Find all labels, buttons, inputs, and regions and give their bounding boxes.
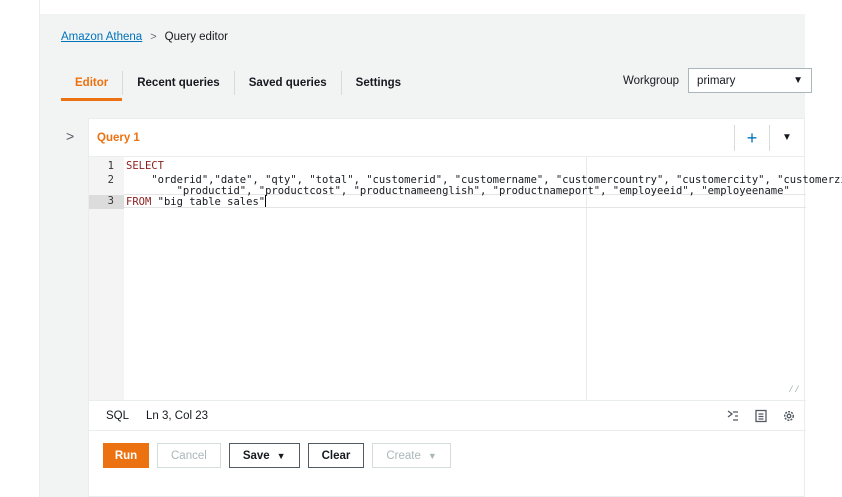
format-icon[interactable] [724, 407, 742, 425]
line-number: 1 [107, 160, 114, 172]
workgroup-select[interactable]: primary ▼ [688, 68, 813, 93]
editor-statusbar: SQL Ln 3, Col 23 [89, 400, 806, 430]
code-line-1: SELECT [126, 160, 164, 172]
code-line-3: FROM "big table sales" [126, 195, 267, 208]
resize-grip-icon[interactable]: ⁄⁄ [788, 384, 800, 396]
query-tab-actions: + ▼ [734, 125, 804, 151]
save-button[interactable]: Save ▼ [228, 443, 300, 468]
create-button-label: Create [386, 449, 421, 462]
plus-icon[interactable]: + [735, 125, 769, 151]
clear-button[interactable]: Clear [307, 443, 365, 468]
line-number: 2 [107, 174, 114, 186]
breadcrumb-separator-icon: > [150, 31, 157, 43]
language-indicator: SQL [106, 409, 130, 422]
line-number: 3 [107, 195, 114, 207]
tab-recent-queries[interactable]: Recent queries [123, 66, 233, 100]
query-tabs-bar: Query 1 + ▼ [89, 119, 804, 157]
caret-down-icon[interactable]: ▼ [770, 125, 804, 151]
breadcrumb: Amazon Athena > Query editor [61, 31, 228, 43]
settings-gear-icon[interactable] [780, 407, 798, 425]
sql-keyword: FROM [126, 196, 152, 208]
sql-keyword: SELECT [126, 160, 164, 172]
main-tabs: Editor Recent queries Saved queries Sett… [61, 66, 415, 101]
tab-saved-queries[interactable]: Saved queries [235, 66, 341, 100]
create-button[interactable]: Create ▼ [372, 443, 451, 468]
text-cursor [265, 195, 267, 207]
workgroup-selector: Workgroup primary ▼ [623, 68, 813, 93]
cancel-button[interactable]: Cancel [157, 443, 221, 468]
sql-editor[interactable]: 1 2 3 SELECT "orderid","date", "qty", "t… [89, 157, 842, 400]
line-gutter: 1 2 3 [89, 157, 124, 400]
workgroup-label: Workgroup [623, 74, 680, 87]
left-rail [0, 0, 40, 497]
cursor-position: Ln 3, Col 23 [146, 409, 209, 422]
statusbar-tools [724, 407, 798, 425]
chevron-right-icon[interactable]: > [66, 128, 74, 144]
breadcrumb-athena-link[interactable]: Amazon Athena [61, 31, 142, 43]
caret-down-icon: ▼ [427, 450, 437, 461]
tab-settings[interactable]: Settings [342, 66, 415, 100]
code-text: "big table sales" [151, 196, 266, 208]
query-tab-1[interactable]: Query 1 [97, 132, 140, 144]
breadcrumb-current: Query editor [164, 31, 228, 43]
caret-down-icon: ▼ [276, 450, 286, 461]
caret-down-icon: ▼ [793, 75, 804, 86]
shortcuts-icon[interactable] [752, 407, 770, 425]
workgroup-value: primary [697, 74, 736, 87]
save-button-label: Save [242, 449, 270, 462]
active-line-gutter [89, 195, 124, 209]
tab-editor[interactable]: Editor [61, 66, 123, 101]
query-editor-panel: Query 1 + ▼ 1 2 3 SELECT "orderid","date… [88, 118, 842, 497]
query-actions: Run Cancel Save ▼ Clear Create ▼ [89, 430, 806, 480]
run-button[interactable]: Run [103, 443, 149, 468]
